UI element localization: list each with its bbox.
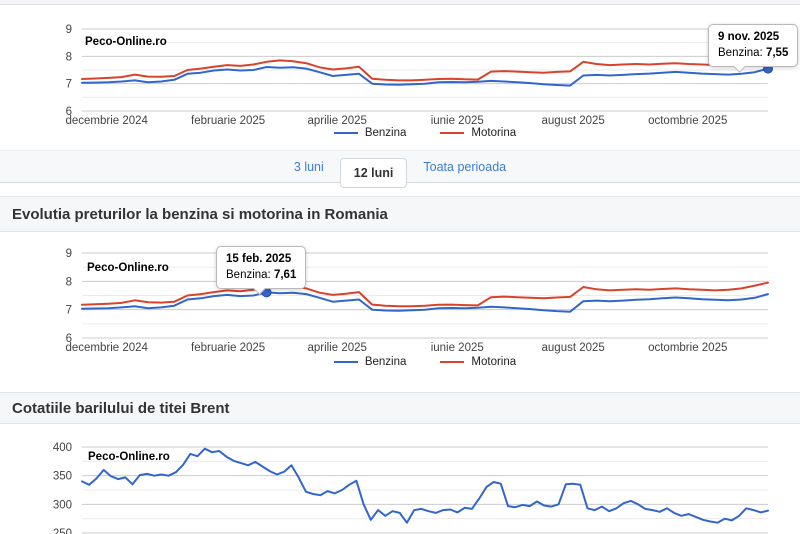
svg-text:februarie 2025: februarie 2025: [191, 342, 265, 354]
legend-label: Motorina: [471, 356, 516, 368]
watermark-label: Peco-Online.ro: [87, 262, 169, 274]
svg-text:iunie 2025: iunie 2025: [431, 342, 484, 354]
svg-text:400: 400: [53, 442, 72, 454]
chart-tooltip: 9 nov. 2025 Benzina: 7,55: [708, 24, 798, 67]
benzina-line-swatch: [334, 132, 358, 134]
svg-text:250: 250: [53, 528, 72, 534]
brent-section-header: Cotatiile barilului de titei Brent: [0, 392, 800, 424]
svg-text:octombrie 2025: octombrie 2025: [648, 342, 727, 354]
brent-chart-svg[interactable]: 400 350 300 250: [0, 424, 800, 534]
watermark-label: Peco-Online.ro: [85, 36, 167, 48]
legend-item-motorina[interactable]: Motorina: [440, 127, 516, 139]
svg-text:300: 300: [53, 499, 72, 511]
motorina-line-swatch: [440, 361, 464, 363]
tab-toata-perioada[interactable]: Toata perioada: [407, 160, 522, 174]
legend-item-benzina[interactable]: Benzina: [334, 127, 407, 139]
svg-text:9: 9: [66, 24, 72, 36]
svg-text:aprilie 2025: aprilie 2025: [307, 115, 366, 127]
svg-text:7: 7: [66, 305, 72, 317]
tooltip-date: 15 feb. 2025: [226, 251, 296, 267]
period-tabbar: 3 luni 12 luni Toata perioada: [0, 150, 800, 183]
tooltip-date: 9 nov. 2025: [718, 29, 788, 45]
svg-text:7: 7: [66, 79, 72, 91]
svg-text:8: 8: [66, 51, 72, 63]
svg-text:8: 8: [66, 276, 72, 288]
svg-text:iunie 2025: iunie 2025: [431, 115, 484, 127]
legend-label: Benzina: [365, 356, 407, 368]
chart-legend: Benzina Motorina: [82, 127, 768, 139]
brent-section-title: Cotatiile barilului de titei Brent: [12, 400, 230, 417]
tooltip-value: 7,61: [274, 269, 296, 281]
legend-item-benzina[interactable]: Benzina: [334, 356, 407, 368]
svg-text:februarie 2025: februarie 2025: [191, 115, 265, 127]
chart-legend: Benzina Motorina: [82, 356, 768, 368]
svg-text:decembrie 2024: decembrie 2024: [65, 115, 148, 127]
svg-text:9: 9: [66, 248, 72, 260]
fuel-chart-main: 9876decembrie 2024februarie 2025aprilie …: [0, 232, 800, 380]
legend-item-motorina[interactable]: Motorina: [440, 356, 516, 368]
tooltip-series-label: Benzina:: [718, 47, 763, 59]
svg-text:august 2025: august 2025: [542, 342, 605, 354]
tooltip-value: 7,55: [766, 47, 788, 59]
watermark-label: Peco-Online.ro: [88, 451, 170, 463]
legend-label: Motorina: [471, 127, 516, 139]
svg-text:350: 350: [53, 471, 72, 483]
tab-12-luni[interactable]: 12 luni: [340, 158, 408, 188]
svg-text:decembrie 2024: decembrie 2024: [65, 342, 148, 354]
svg-text:aprilie 2025: aprilie 2025: [307, 342, 366, 354]
legend-label: Benzina: [365, 127, 407, 139]
tab-3-luni[interactable]: 3 luni: [278, 160, 340, 174]
fuel-chart-top-svg[interactable]: 9876decembrie 2024februarie 2025aprilie …: [0, 5, 800, 145]
tooltip-series-label: Benzina:: [226, 269, 271, 281]
fuel-section-header: Evolutia preturilor la benzina si motori…: [0, 196, 800, 232]
benzina-line-swatch: [334, 361, 358, 363]
svg-text:august 2025: august 2025: [542, 115, 605, 127]
fuel-chart-top: 9876decembrie 2024februarie 2025aprilie …: [0, 5, 800, 145]
brent-chart: 400 350 300 250 Peco-Online.ro: [0, 424, 800, 534]
motorina-line-swatch: [440, 132, 464, 134]
fuel-section-title: Evolutia preturilor la benzina si motori…: [12, 206, 388, 223]
chart-tooltip: 15 feb. 2025 Benzina: 7,61: [216, 246, 306, 289]
svg-text:octombrie 2025: octombrie 2025: [648, 115, 727, 127]
